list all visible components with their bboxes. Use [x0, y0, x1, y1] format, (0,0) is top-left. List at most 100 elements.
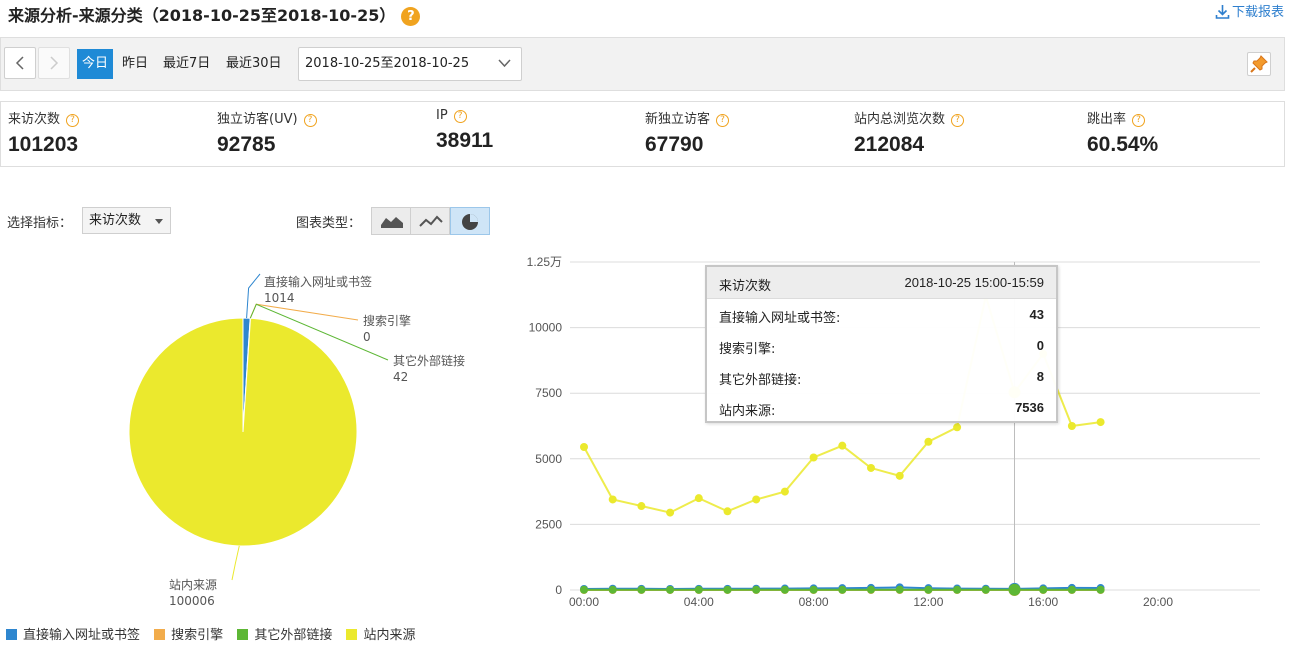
tab-last-30-days[interactable]: 最近30日	[221, 49, 287, 79]
tooltip-header: 来访次数 2018-10-25 15:00-15:59	[707, 267, 1056, 299]
data-point	[924, 437, 933, 446]
area-chart-button[interactable]	[371, 207, 411, 235]
pie-label-value: 0	[363, 330, 371, 344]
tooltip-row-label: 其它外部链接:	[719, 373, 802, 388]
tooltip-row-value: 43	[1029, 307, 1044, 322]
next-day-button[interactable]	[38, 47, 70, 79]
dropdown-arrow-icon	[155, 219, 163, 224]
data-point	[895, 585, 904, 594]
metric-value: 60.54%	[1087, 133, 1159, 156]
data-point	[694, 494, 703, 503]
y-tick-label: 2500	[535, 517, 562, 531]
pie-chart-button[interactable]	[450, 207, 490, 235]
chevron-down-icon	[498, 59, 511, 68]
legend-item-direct[interactable]: 直接输入网址或书签	[6, 624, 140, 643]
question-icon[interactable]: ?	[303, 114, 317, 127]
data-point	[666, 508, 675, 517]
metric-label: 站内总浏览次数	[854, 112, 946, 127]
metric-value: 38911	[436, 129, 494, 152]
tooltip-time: 2018-10-25 15:00-15:59	[904, 275, 1044, 290]
legend-swatch	[237, 629, 249, 640]
page-title-text: 来源分析-来源分类（2018-10-25至2018-10-25）	[8, 6, 396, 25]
metric-label: 独立访客(UV)	[217, 112, 298, 127]
line-chart-icon	[419, 215, 443, 227]
legend-item-internal[interactable]: 站内来源	[346, 624, 415, 643]
legend-label: 直接输入网址或书签	[23, 628, 141, 643]
data-point	[780, 487, 789, 496]
legend-label: 其它外部链接	[254, 628, 333, 643]
tooltip-row: 直接输入网址或书签: 43	[707, 299, 1056, 330]
question-icon[interactable]: ?	[453, 110, 467, 123]
pie-label-name: 搜索引擎	[363, 313, 411, 328]
indicator-value: 来访次数	[89, 213, 142, 228]
tooltip-row-value: 0	[1036, 338, 1044, 353]
metric-bounce-rate: 跳出率? 60.54%	[1087, 108, 1158, 157]
data-point	[1067, 585, 1076, 594]
line-chart-button[interactable]	[410, 207, 450, 235]
download-report-link[interactable]: 下载报表	[1215, 1, 1284, 20]
legend-item-search[interactable]: 搜索引擎	[154, 624, 223, 643]
toolbar: 今日 昨日 最近7日 最近30日 2018-10-25至2018-10-25	[0, 37, 1285, 91]
pin-icon	[1250, 55, 1268, 73]
help-icon[interactable]: ?	[401, 7, 421, 26]
prev-day-button[interactable]	[4, 47, 36, 79]
x-tick-label: 20:00	[1143, 595, 1173, 609]
metric-uv: 独立访客(UV)? 92785	[217, 108, 317, 157]
pie-leader-line	[249, 303, 359, 321]
question-icon[interactable]: ?	[66, 114, 80, 127]
tab-last-7-days[interactable]: 最近7日	[158, 49, 215, 79]
tooltip-row-label: 站内来源:	[719, 404, 776, 419]
data-point	[895, 471, 904, 480]
download-icon	[1215, 5, 1230, 19]
y-tick-label: 10000	[529, 321, 563, 335]
tooltip-row-value: 7536	[1015, 400, 1044, 415]
tab-yesterday[interactable]: 昨日	[117, 49, 153, 79]
tooltip-row: 搜索引擎: 0	[707, 330, 1056, 361]
metric-label: 来访次数	[8, 112, 61, 127]
data-point	[809, 585, 818, 594]
data-point	[867, 585, 875, 594]
data-point	[953, 585, 962, 594]
pie-label-value: 1014	[264, 291, 295, 305]
metric-visits: 来访次数? 101203	[8, 108, 80, 157]
x-tick-label: 16:00	[1028, 595, 1058, 609]
chevron-left-icon	[15, 56, 24, 70]
chart-type-label: 图表类型：	[296, 216, 362, 231]
legend-swatch	[346, 629, 358, 640]
data-point	[608, 495, 617, 504]
data-point	[1067, 422, 1076, 430]
date-range-select[interactable]: 2018-10-25至2018-10-25	[298, 47, 522, 81]
data-point	[838, 585, 847, 594]
question-icon[interactable]: ?	[951, 114, 965, 127]
download-label: 下载报表	[1231, 5, 1284, 20]
pie-chart: 直接输入网址或书签 1014 搜索引擎 0 其它外部链接 42 站内来源 100006	[128, 273, 465, 608]
pie-chart-icon	[462, 214, 478, 230]
pie-label-value: 100006	[169, 594, 215, 608]
question-icon[interactable]: ?	[1132, 114, 1146, 127]
data-point	[723, 507, 732, 516]
legend-item-external[interactable]: 其它外部链接	[237, 624, 332, 643]
data-point	[780, 585, 789, 594]
pie-label-name: 直接输入网址或书签	[264, 274, 372, 289]
metric-value: 101203	[8, 133, 79, 156]
legend-swatch	[6, 629, 17, 640]
question-icon[interactable]: ?	[716, 114, 730, 127]
pie-leader-line	[231, 545, 240, 581]
metric-value: 67790	[645, 133, 704, 156]
chevron-right-icon	[50, 56, 59, 70]
area-chart-icon	[381, 217, 403, 228]
data-point	[666, 585, 675, 594]
data-point	[1096, 585, 1105, 594]
x-tick-label: 00:00	[569, 595, 599, 609]
legend-label: 站内来源	[363, 628, 416, 643]
tooltip-row: 其它外部链接: 8	[707, 361, 1056, 392]
indicator-select[interactable]: 来访次数	[82, 207, 171, 234]
pie-label-value: 42	[393, 370, 408, 384]
data-point	[867, 463, 875, 472]
pie-label-name: 站内来源	[169, 578, 217, 592]
chart-tooltip: 来访次数 2018-10-25 15:00-15:59 直接输入网址或书签: 43…	[705, 265, 1058, 423]
pin-button[interactable]	[1247, 52, 1271, 76]
tab-today[interactable]: 今日	[77, 49, 114, 79]
data-point	[838, 441, 847, 450]
metric-label: IP	[436, 108, 448, 123]
